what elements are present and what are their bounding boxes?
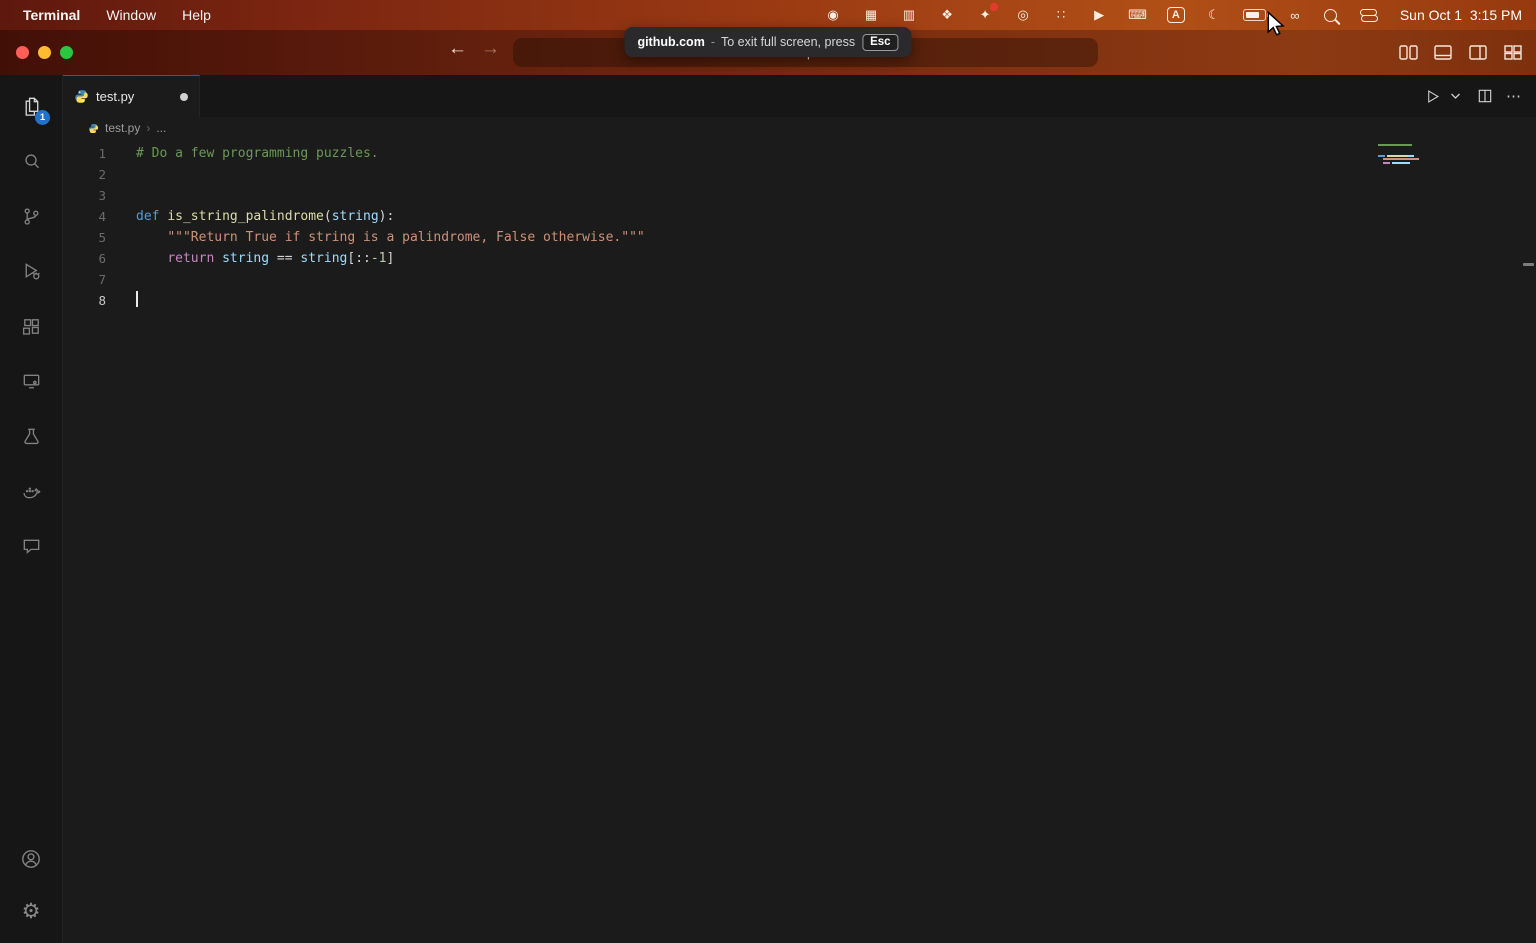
esc-keycap: Esc (862, 34, 898, 51)
cpu-monitor-icon[interactable]: ▦ (862, 6, 880, 24)
run-debug-icon[interactable] (7, 244, 55, 299)
line-number-1: 1 (63, 143, 106, 164)
back-button[interactable]: ← (448, 38, 467, 60)
keyboard-icon[interactable]: ⌨ (1128, 6, 1147, 24)
tab-bar: test.py ⋯ (63, 75, 1536, 117)
zoom-window-button[interactable] (60, 46, 73, 59)
editor-group: test.py ⋯ (63, 75, 1536, 943)
testing-beaker-icon[interactable] (7, 409, 55, 464)
battery-icon[interactable] (1243, 9, 1266, 21)
code-line-8[interactable]: 8 (63, 290, 1536, 311)
line-number-8: 8 (63, 290, 106, 311)
menu-help[interactable]: Help (169, 7, 224, 23)
circle-status-icon[interactable]: ◎ (1014, 6, 1032, 24)
breadcrumb-python-icon (88, 123, 99, 134)
more-actions-icon[interactable]: ⋯ (1501, 83, 1526, 109)
line-number-3: 3 (63, 185, 106, 206)
screen-record-icon[interactable]: ◉ (824, 6, 842, 24)
sidebar-toggle-icon[interactable] (1397, 42, 1419, 62)
menu-bar-right: ◉ ▦ ▥ ❖ ✦ ◎ ∷ ▶ ⌨ A ☾ ∞ Sun Oct 1 3:15 PM (814, 6, 1536, 24)
editor-actions: ⋯ (1420, 75, 1536, 117)
code-line-4[interactable]: 4def is_string_palindrome(string): (63, 206, 1536, 227)
code-line-5[interactable]: 5 """Return True if string is a palindro… (63, 227, 1536, 248)
forward-button[interactable]: → (481, 38, 500, 60)
app-menus: TerminalWindowHelp (0, 7, 224, 23)
dropbox-icon[interactable]: ❖ (938, 6, 956, 24)
run-python-file-button[interactable] (1420, 83, 1445, 109)
explorer-badge: 1 (35, 110, 50, 125)
line-number-2: 2 (63, 164, 106, 185)
run-dropdown-chevron-icon[interactable] (1443, 83, 1468, 109)
menu-terminal[interactable]: Terminal (10, 7, 93, 23)
control-center-icon[interactable] (1360, 9, 1378, 22)
search-icon[interactable] (7, 134, 55, 189)
play-status-icon[interactable]: ▶ (1090, 6, 1108, 24)
spotlight-search-icon[interactable] (1324, 9, 1337, 22)
bottom-bar-icon[interactable] (1432, 42, 1454, 62)
minimap[interactable] (1378, 144, 1424, 164)
breadcrumb-file[interactable]: test.py (105, 121, 140, 135)
code-line-3[interactable]: 3 (63, 185, 1536, 206)
remote-explorer-icon[interactable] (7, 354, 55, 409)
code-editor[interactable]: 1# Do a few programming puzzles.234def i… (63, 139, 1536, 943)
tab-label: test.py (96, 89, 134, 104)
line-number-7: 7 (63, 269, 106, 290)
text-cursor (136, 291, 138, 307)
status-icons: ◉ ▦ ▥ ❖ ✦ ◎ ∷ ▶ ⌨ A ☾ ∞ (814, 6, 1388, 24)
line-number-4: 4 (63, 206, 106, 227)
notice-site: github.com (637, 35, 704, 49)
activity-bar: 1 (0, 75, 63, 943)
screen: TerminalWindowHelp ◉ ▦ ▥ ❖ ✦ ◎ ∷ ▶ ⌨ A ☾ ∞ Sun Oct … (0, 0, 1536, 943)
breadcrumb-separator: › (146, 121, 150, 135)
settings-gear-icon[interactable]: ⚙ (7, 885, 55, 937)
account-icon[interactable] (7, 833, 55, 885)
shortcuts-icon[interactable]: ∷ (1052, 6, 1070, 24)
chat-icon[interactable] (7, 519, 55, 574)
explorer-icon[interactable]: 1 (7, 79, 55, 134)
menu-window[interactable]: Window (93, 7, 169, 23)
nav-buttons: ← → (448, 38, 500, 60)
activity-bar-bottom: ⚙ (7, 833, 55, 937)
dark-mode-moon-icon[interactable]: ☾ (1205, 6, 1223, 24)
code-line-7[interactable]: 7 (63, 269, 1536, 290)
tab-expose-icon[interactable] (1502, 42, 1524, 62)
input-source-icon[interactable]: A (1167, 7, 1185, 23)
menu-clock[interactable]: Sun Oct 1 3:15 PM (1400, 7, 1522, 23)
mouse-cursor (1266, 11, 1288, 42)
tabs: test.py (63, 75, 200, 117)
notice-separator: - (711, 35, 715, 49)
breadcrumb-more[interactable]: ... (156, 121, 166, 135)
network-link-icon[interactable]: ∞ (1286, 6, 1304, 24)
browser-toolbar-right (1397, 42, 1524, 62)
activity-bar-top: 1 (7, 79, 55, 574)
split-editor-icon[interactable] (1472, 83, 1497, 109)
docker-icon[interactable] (7, 464, 55, 519)
minimize-window-button[interactable] (38, 46, 51, 59)
code-line-6[interactable]: 6 return string == string[::-1] (63, 248, 1536, 269)
python-icon (74, 89, 89, 104)
close-window-button[interactable] (16, 46, 29, 59)
notice-message: To exit full screen, press (721, 35, 855, 49)
app-update-badge-icon[interactable]: ✦ (976, 6, 994, 24)
fullscreen-notice: github.com - To exit full screen, press … (624, 27, 911, 57)
window-controls (16, 46, 73, 59)
line-number-5: 5 (63, 227, 106, 248)
tab-test-py[interactable]: test.py (63, 75, 200, 117)
breadcrumb[interactable]: test.py › ... (63, 117, 1536, 139)
modified-dot-icon[interactable] (180, 93, 188, 101)
code-line-1[interactable]: 1# Do a few programming puzzles. (63, 143, 1536, 164)
split-view-icon[interactable] (1467, 42, 1489, 62)
source-control-icon[interactable] (7, 189, 55, 244)
overview-ruler-mark (1523, 263, 1534, 266)
menu-bar: TerminalWindowHelp ◉ ▦ ▥ ❖ ✦ ◎ ∷ ▶ ⌨ A ☾ ∞ Sun Oct … (0, 0, 1536, 30)
code-line-2[interactable]: 2 (63, 164, 1536, 185)
line-number-6: 6 (63, 248, 106, 269)
code-lines: 1# Do a few programming puzzles.234def i… (63, 143, 1536, 311)
vscode-workbench: 1 (0, 75, 1536, 943)
stats-bars-icon[interactable]: ▥ (900, 6, 918, 24)
extensions-icon[interactable] (7, 299, 55, 354)
